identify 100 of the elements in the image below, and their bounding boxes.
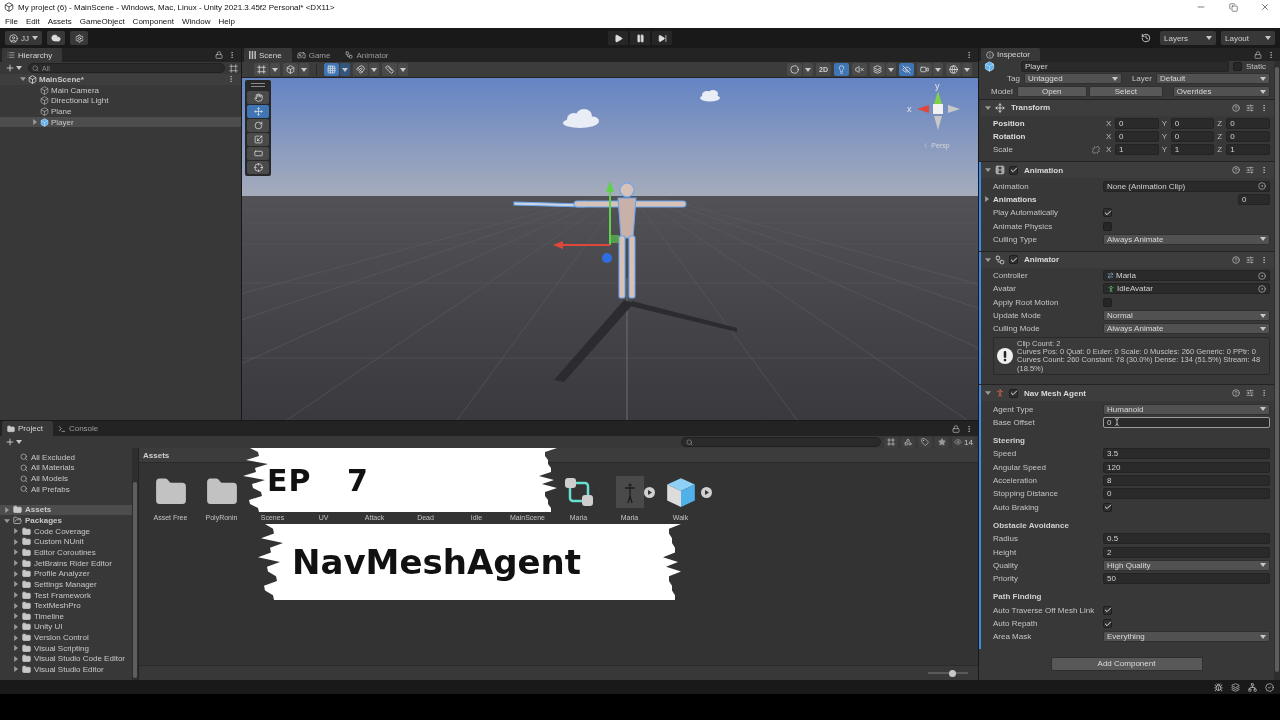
- menu-item[interactable]: Help: [214, 14, 239, 28]
- panel-tab[interactable]: Scene: [244, 48, 292, 62]
- handle-toggle[interactable]: [254, 63, 269, 76]
- component-header[interactable]: Transform: [981, 99, 1274, 116]
- checkbox[interactable]: [1103, 605, 1112, 615]
- help-icon[interactable]: [1232, 166, 1240, 175]
- project-tree-item[interactable]: Version Control: [0, 632, 132, 643]
- camera-toggle[interactable]: [917, 63, 932, 76]
- dropdown[interactable]: Everything: [1103, 631, 1270, 643]
- snap-toggle[interactable]: [353, 63, 368, 76]
- dropdown[interactable]: Humanoid: [1103, 403, 1270, 415]
- component-header[interactable]: Animator: [981, 251, 1274, 268]
- project-tree-item[interactable]: Unity UI: [0, 621, 132, 633]
- checkbox[interactable]: [1009, 166, 1018, 175]
- foldout-arrow-icon[interactable]: [4, 506, 10, 513]
- checkbox[interactable]: [1103, 502, 1112, 512]
- account-dropdown[interactable]: JJ: [5, 31, 42, 45]
- menu-item[interactable]: GameObject: [75, 14, 129, 28]
- sliders-icon[interactable]: [1246, 103, 1254, 112]
- foldout-arrow-icon[interactable]: [13, 634, 19, 641]
- count-field[interactable]: 0: [1238, 193, 1270, 205]
- favorite-search-item[interactable]: All Excluded: [0, 452, 132, 463]
- dropdown-button[interactable]: [299, 63, 309, 76]
- dropdown[interactable]: Always Animate: [1103, 323, 1270, 335]
- number-field[interactable]: 50: [1103, 573, 1270, 585]
- number-field[interactable]: 0: [1103, 488, 1270, 500]
- foldout-arrow-icon[interactable]: [13, 613, 19, 620]
- number-field[interactable]: 0: [1170, 117, 1215, 129]
- object-picker-icon[interactable]: [1258, 182, 1266, 191]
- play-button[interactable]: [608, 31, 628, 45]
- foldout-arrow-icon[interactable]: [985, 104, 991, 111]
- lock-icon[interactable]: [1254, 50, 1262, 59]
- number-field[interactable]: 8: [1103, 475, 1270, 487]
- foldout-arrow-icon[interactable]: [13, 560, 19, 567]
- foldout-label[interactable]: Animations: [993, 194, 1097, 204]
- number-field[interactable]: 0: [1115, 117, 1159, 129]
- favorite-search-item[interactable]: All Models: [0, 473, 132, 484]
- foldout-arrow-icon[interactable]: [32, 119, 38, 126]
- broken-link-icon[interactable]: [1092, 145, 1100, 154]
- project-tree-item[interactable]: Custom NUnit: [0, 536, 132, 548]
- hierarchy-item[interactable]: Plane: [0, 106, 241, 117]
- hash-icon[interactable]: [229, 63, 238, 73]
- checkbox[interactable]: [1103, 221, 1112, 231]
- panel-tab[interactable]: Game: [291, 48, 341, 62]
- foldout-arrow-icon[interactable]: [985, 256, 991, 263]
- foldout-arrow-icon[interactable]: [4, 517, 10, 524]
- rotate-tool-button[interactable]: [247, 119, 269, 132]
- checkbox[interactable]: [1009, 255, 1018, 265]
- foldout-arrow-icon[interactable]: [13, 623, 19, 630]
- foldout-arrow-icon[interactable]: [13, 655, 19, 662]
- checkbox[interactable]: [1103, 208, 1112, 218]
- panel-tab[interactable]: Inspector: [981, 48, 1040, 61]
- increment-toggle[interactable]: [382, 63, 397, 76]
- shading-toggle[interactable]: [787, 63, 802, 76]
- cloud-button[interactable]: [47, 31, 65, 45]
- sliders-icon[interactable]: [1246, 389, 1254, 398]
- foldout-arrow-icon[interactable]: [13, 538, 19, 545]
- gizmos-toggle[interactable]: [946, 63, 961, 76]
- move-tool-button[interactable]: [247, 105, 269, 118]
- foldout-arrow-icon[interactable]: [985, 167, 991, 174]
- dropdown-button[interactable]: [398, 63, 408, 76]
- grid-toggle[interactable]: [324, 63, 339, 76]
- help-icon[interactable]: [1232, 255, 1240, 264]
- orientation-gizmo[interactable]: [917, 91, 960, 130]
- breadcrumb-item[interactable]: Assets: [143, 450, 170, 460]
- kebab-menu-icon[interactable]: [1260, 389, 1268, 398]
- checkbox[interactable]: [1103, 297, 1112, 307]
- kebab-menu-icon[interactable]: [1267, 50, 1275, 59]
- scale-tool-button[interactable]: [247, 133, 269, 146]
- project-tree-item[interactable]: Packages: [0, 515, 132, 526]
- project-tree-item[interactable]: Settings Manager: [0, 579, 132, 590]
- slider-thumb[interactable]: [948, 669, 956, 677]
- hierarchy-item[interactable]: Main Camera: [0, 84, 241, 96]
- project-tree-item[interactable]: Test Framework: [0, 589, 132, 601]
- lighting-toggle[interactable]: [834, 63, 849, 76]
- dropdown-button[interactable]: [270, 63, 280, 76]
- sliders-icon[interactable]: [1246, 166, 1254, 175]
- play-circle-icon[interactable]: [644, 487, 655, 498]
- kebab-menu-icon[interactable]: [1260, 255, 1268, 264]
- kebab-menu-icon[interactable]: [227, 75, 235, 84]
- overrides-dropdown[interactable]: Overrides: [1172, 86, 1270, 98]
- dropdown-button[interactable]: [933, 63, 943, 76]
- project-tree-item[interactable]: Timeline: [0, 610, 132, 622]
- dropdown[interactable]: Always Animate: [1103, 233, 1270, 245]
- object-field[interactable]: None (Animation Clip): [1103, 180, 1270, 192]
- checkbox[interactable]: [1233, 62, 1242, 71]
- dropdown-button[interactable]: [962, 63, 972, 76]
- layers-dropdown[interactable]: Layers: [1160, 31, 1216, 45]
- foldout-arrow-icon[interactable]: [984, 196, 990, 203]
- checkbox[interactable]: [1103, 619, 1112, 629]
- number-field[interactable]: 0: [1115, 131, 1159, 143]
- number-field[interactable]: 1: [1115, 144, 1159, 156]
- number-field[interactable]: 0.5: [1103, 533, 1270, 545]
- component-header[interactable]: Animation: [981, 162, 1274, 179]
- foldout-arrow-icon[interactable]: [985, 390, 991, 397]
- rect-tool-button[interactable]: [247, 147, 269, 160]
- settings-button[interactable]: [70, 31, 88, 45]
- number-field[interactable]: 0: [1170, 131, 1215, 143]
- name-field[interactable]: Player: [1021, 61, 1229, 72]
- foldout-arrow-icon[interactable]: [13, 549, 19, 556]
